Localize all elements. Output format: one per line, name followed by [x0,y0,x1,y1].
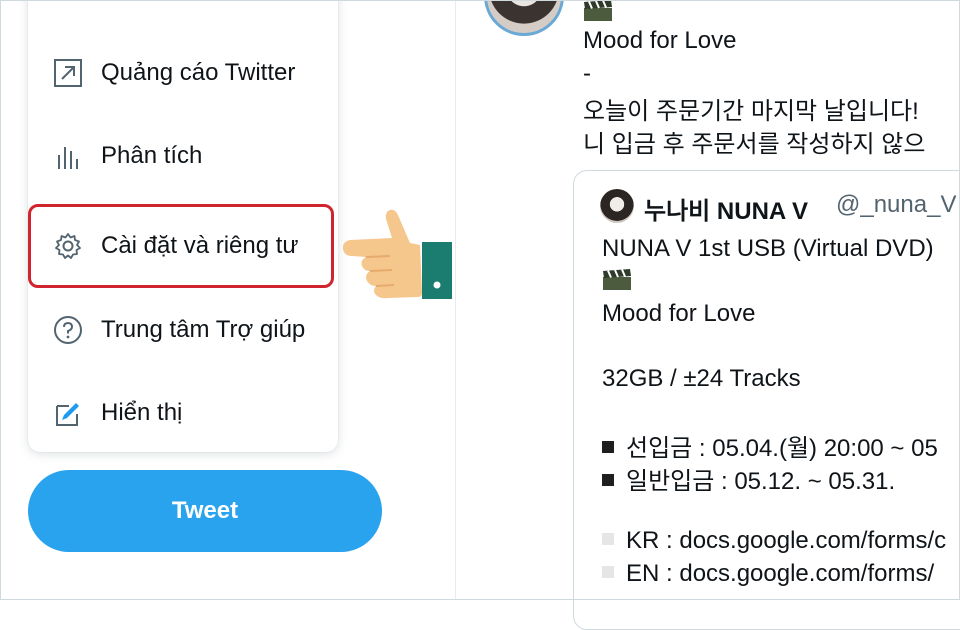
bar-chart-icon [52,140,84,172]
tweet-text-line: 니 입금 후 주문서를 작성하지 않으 [583,131,926,158]
quoted-author-name: 누나비 NUNA V [644,198,809,225]
bullet-text: 선입금 : 05.04.(월) 20:00 ~ 05 [626,435,938,462]
menu-item-help-center[interactable]: Trung tâm Trợ giúp [28,289,338,371]
tweet-text-line: 오늘이 주문기간 마지막 날입니다! [583,98,919,125]
bullet-icon [602,566,614,578]
menu-item-analytics[interactable]: Phân tích [28,115,338,197]
tweet-text-line: Mood for Love [583,27,737,54]
highlight-box [28,204,334,288]
brush-display-icon [52,397,84,429]
pointing-hand-icon [340,205,455,305]
menu-item-label: Phân tích [101,142,203,169]
menu-item-display[interactable]: Hiển thị [28,372,338,454]
menu-item-label: Trung tâm Trợ giúp [101,316,306,343]
column-divider [455,0,456,600]
bullet-icon [602,533,614,545]
bullet-icon [602,441,614,453]
quoted-bullet-line: 선입금 : 05.04.(월) 20:00 ~ 05 [602,428,938,463]
help-circle-icon [52,314,84,346]
bullet-text: 일반입금 : 05.12. ~ 05.31. [626,468,896,495]
menu-item-label: Quảng cáo Twitter [101,59,296,86]
quoted-author-handle: @_nuna_V · [836,191,960,218]
bullet-icon [602,474,614,486]
menu-item-twitter-ads[interactable]: Quảng cáo Twitter [28,32,338,114]
avatar[interactable] [484,0,564,36]
tweet-button[interactable]: Tweet [28,470,382,552]
menu-item-label: Hiển thị [101,399,183,426]
clapper-board-icon [602,269,632,296]
quoted-text-line: NUNA V 1st USB (Virtual DVD) [602,235,934,262]
external-arrow-icon [52,57,84,89]
quoted-bullet-line: EN : docs.google.com/forms/ [602,560,934,588]
quoted-tweet[interactable]: 누나비 NUNA V @_nuna_V · NUNA V 1st USB (Vi… [573,170,960,630]
quoted-text-line: 32GB / ±24 Tracks [602,365,801,392]
quoted-text-line: Mood for Love [602,300,756,327]
quoted-bullet-line: 일반입금 : 05.12. ~ 05.31. [602,461,895,496]
clapper-board-icon [583,0,613,27]
tweet-text-line: - [583,60,591,87]
quoted-bullet-line: KR : docs.google.com/forms/c [602,527,946,555]
avatar [600,189,634,223]
link-text[interactable]: KR : docs.google.com/forms/c [626,527,946,554]
link-text[interactable]: EN : docs.google.com/forms/ [626,560,934,587]
